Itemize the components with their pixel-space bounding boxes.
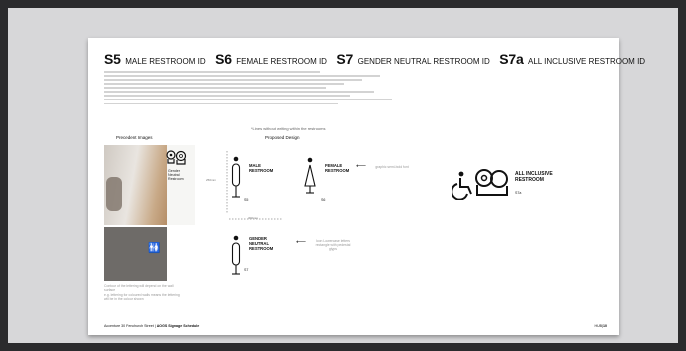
viewer-frame: S5 MALE RESTROOM ID S6 FEMALE RESTROOM I… xyxy=(8,8,678,343)
precedent-caption-1: Contour of the lettering will depend on … xyxy=(104,284,174,292)
male-female-icon: 🚻 xyxy=(148,243,161,254)
spec-notes-block xyxy=(104,71,404,107)
inclusive-line2: RESTROOM xyxy=(515,177,544,183)
neutral-arrow-icon: ⟵ xyxy=(296,239,307,246)
neutral-code: S7 xyxy=(244,268,249,272)
person-blur xyxy=(106,177,122,211)
title-code-s7a: S7a xyxy=(499,51,524,67)
title-code-s7: S7 xyxy=(336,51,354,67)
precedent-photo-1 xyxy=(104,145,167,225)
title-label-s5: MALE RESTROOM ID xyxy=(125,57,206,66)
male-dim-height: 250mm xyxy=(206,178,217,182)
male-code: S5 xyxy=(244,198,249,202)
neutral-note: Icon Lowercase letters rectangle with pe… xyxy=(315,239,351,251)
female-code: S6 xyxy=(321,198,326,202)
inclusive-label: ALL INCLUSIVE RESTROOM xyxy=(515,171,553,183)
neutral-toilet-icon xyxy=(166,150,187,165)
inclusive-code: S7a xyxy=(515,191,522,195)
precedent-caption-2: e.g. lettering for coloured walls means … xyxy=(104,293,180,301)
title-code-s5: S5 xyxy=(104,51,121,67)
precedent-photo-2: 🚻 xyxy=(104,227,167,281)
title-label-s7: GENDER NEUTRAL RESTROOM ID xyxy=(357,57,490,66)
title-label-s6: FEMALE RESTROOM ID xyxy=(236,57,327,66)
female-note: graphic semi-bold font xyxy=(375,165,409,169)
footer-left: Accenture 30 Fenchurch Street xyxy=(104,324,154,328)
male-dim-width: 300mm xyxy=(248,216,259,220)
female-arrow-icon: ⟵ xyxy=(356,163,367,170)
document-page: S5 MALE RESTROOM ID S6 FEMALE RESTROOM I… xyxy=(88,38,645,335)
male-label: MALE RESTROOM xyxy=(249,163,273,173)
female-label: FEMALE RESTROOM xyxy=(325,163,349,173)
page-footer: Accenture 30 Fenchurch Street | AOGS Sig… xyxy=(104,324,200,328)
footer-right: AOGS Signage Schedule xyxy=(156,324,200,328)
female-line2: RESTROOM xyxy=(325,168,350,173)
title-label-s7a: ALL INCLUSIVE RESTROOM ID xyxy=(528,57,646,66)
proposed-note: *Lines without writing within the restro… xyxy=(251,126,326,131)
male-sign-drawing xyxy=(226,151,283,220)
proposed-heading: Proposed Design xyxy=(265,135,300,140)
all-inclusive-icon xyxy=(452,169,508,200)
male-line2: RESTROOM xyxy=(249,168,274,173)
page-number-block: HUB|10 xyxy=(594,324,607,328)
neutral-line3: RESTROOM xyxy=(249,246,274,251)
page-title: S5 MALE RESTROOM ID S6 FEMALE RESTROOM I… xyxy=(104,51,650,69)
title-code-s6: S6 xyxy=(215,51,232,67)
footer-brand: HUB xyxy=(594,324,603,328)
neutral-label: GENDER NEUTRAL RESTROOM xyxy=(249,236,273,251)
sign-text: Gender Neutral Restroom xyxy=(168,169,184,181)
female-icon xyxy=(304,157,316,194)
precedent-heading: Precedent Images xyxy=(116,135,153,140)
page-number: 10 xyxy=(603,324,607,328)
